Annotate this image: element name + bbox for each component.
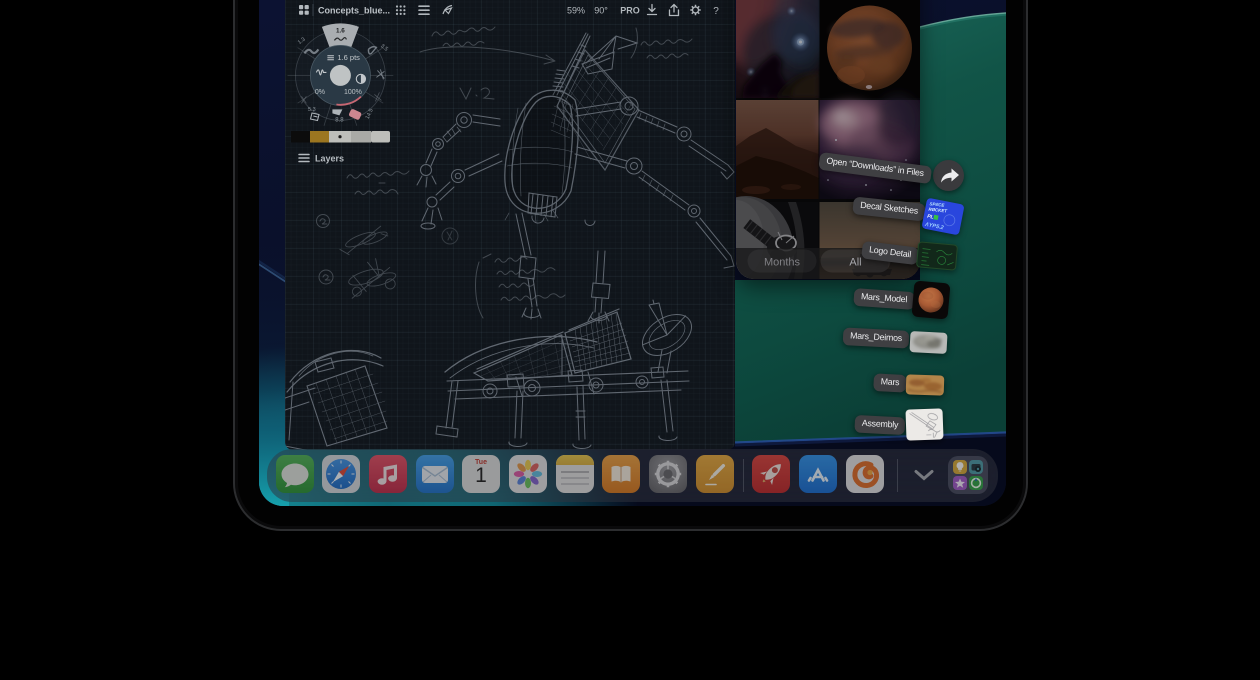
svg-text:1.3: 1.3 [297,37,307,46]
svg-text:1.6: 1.6 [336,27,345,34]
svg-text:100%: 100% [344,89,362,96]
svg-text:90°: 90° [594,6,608,16]
svg-text:5.3: 5.3 [308,107,316,113]
svg-text:59%: 59% [567,6,585,16]
svg-text:Concepts_blue...: Concepts_blue... [318,6,390,16]
svg-text:PRO: PRO [620,6,640,16]
svg-text:RØCKET: RØCKET [928,207,947,214]
svg-text:8.8: 8.8 [335,117,344,123]
svg-text:Months: Months [763,257,800,269]
svg-text:1.6 pts: 1.6 pts [337,53,360,62]
svg-text:PL: PL [927,214,934,221]
svg-text:?: ? [713,6,719,17]
svg-text:3.5: 3.5 [379,43,389,52]
svg-text:Layers: Layers [315,154,344,164]
svg-text:0%: 0% [315,89,325,96]
svg-text:All: All [849,257,861,269]
